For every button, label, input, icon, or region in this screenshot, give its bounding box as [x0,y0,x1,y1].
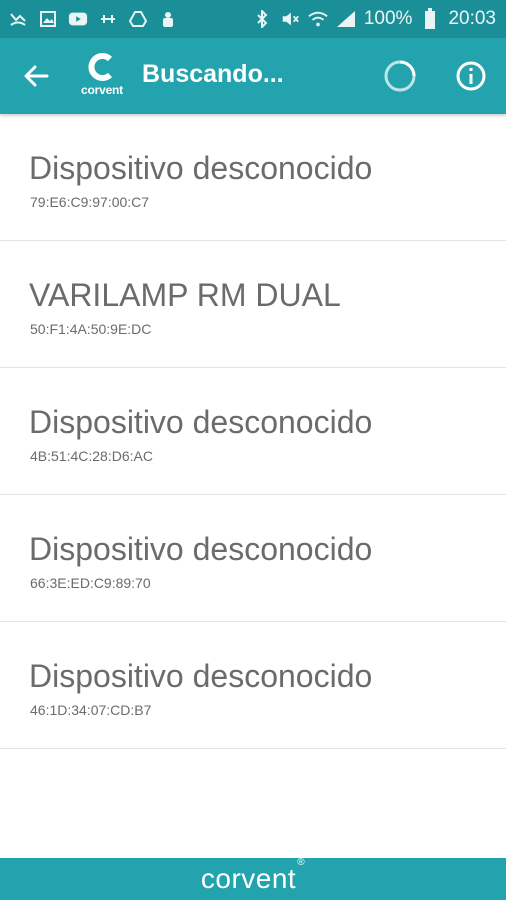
device-mac: 46:1D:34:07:CD:B7 [30,702,152,718]
hand-icon [158,9,178,29]
app-bar: corvent Buscando... [0,38,506,114]
device-item[interactable]: Dispositivo desconocido 4B:51:4C:28:D6:A… [0,368,506,495]
mute-icon [280,9,300,29]
device-mac: 79:E6:C9:97:00:C7 [30,194,150,210]
arrow-back-icon [24,65,49,87]
page-title: Buscando... [142,60,284,88]
youtube-icon [68,9,88,29]
device-mac: 4B:51:4C:28:D6:AC [30,448,153,464]
tools-icon [98,9,118,29]
corvent-logo-icon [88,53,113,81]
device-item[interactable]: Dispositivo desconocido 66:3E:ED:C9:89:7… [0,495,506,622]
footer-brand: corvent® [200,857,305,895]
info-icon [456,61,486,91]
footer-brand-bar: corvent® [0,857,506,900]
wifi-icon [308,9,328,29]
device-mac: 50:F1:4A:50:9E:DC [30,321,152,337]
logo-text: corvent [81,83,123,97]
device-item[interactable]: Dispositivo desconocido 79:E6:C9:97:00:C… [0,114,506,241]
battery-percent: 100% [363,8,413,29]
bluetooth-icon [252,9,272,29]
device-name: Dispositivo desconocido [29,658,373,694]
device-name: Dispositivo desconocido [29,531,373,567]
loading-spinner-icon [384,60,416,92]
device-list: Dispositivo desconocido 79:E6:C9:97:00:C… [0,114,506,749]
battery-icon [420,8,440,29]
device-name: Dispositivo desconocido [29,404,373,440]
status-bar: 100% 20:03 [0,0,506,38]
back-button[interactable] [18,58,54,94]
footer-reg-mark: ® [297,857,306,868]
device-item[interactable]: VARILAMP RM DUAL 50:F1:4A:50:9E:DC [0,241,506,368]
device-mac: 66:3E:ED:C9:89:70 [30,575,151,591]
drive-icon [128,9,148,29]
corvent-logo: corvent [74,52,130,102]
missed-call-icon [8,9,28,29]
device-name: VARILAMP RM DUAL [29,277,341,313]
clock: 20:03 [448,8,496,29]
info-button[interactable] [455,60,487,92]
footer-brand-text: corvent [200,863,297,894]
loading-spinner [383,59,417,93]
gallery-icon [38,9,58,29]
signal-icon [336,9,356,29]
device-name: Dispositivo desconocido [29,150,373,186]
device-item[interactable]: Dispositivo desconocido 46:1D:34:07:CD:B… [0,622,506,749]
status-bar-left-icons [0,9,178,29]
status-bar-right: 100% 20:03 [252,0,496,38]
